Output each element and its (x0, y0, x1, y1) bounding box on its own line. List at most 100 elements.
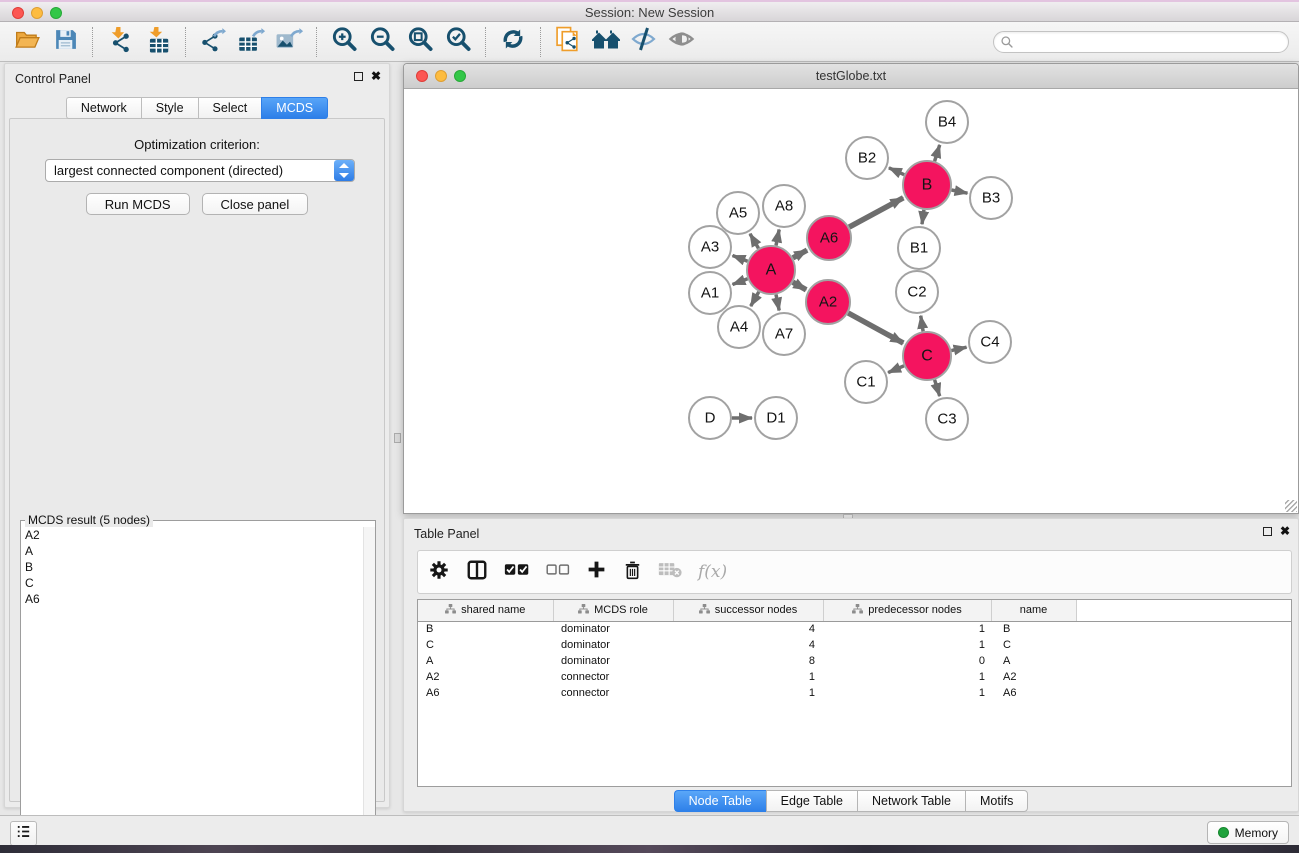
result-list-scrollbar[interactable] (363, 527, 375, 851)
graph-node-B1[interactable]: B1 (898, 227, 940, 269)
cell[interactable]: B (418, 621, 553, 637)
table-row[interactable]: Adominator80A (418, 653, 1291, 669)
network-window-titlebar[interactable]: testGlobe.txt (404, 64, 1298, 89)
delete-column-button[interactable] (623, 559, 642, 586)
clone-network-button[interactable] (551, 26, 585, 58)
graph-edge-A-A4[interactable] (751, 292, 759, 306)
graph-node-A[interactable]: A (747, 246, 795, 294)
network-canvas[interactable]: B4B2BB3A5A8A6A3B1AA1C2A2A4A7C4CC1C3DD1 (404, 89, 1298, 513)
tab-select[interactable]: Select (198, 97, 262, 119)
cell[interactable]: 1 (823, 621, 991, 637)
table-row[interactable]: Cdominator41C (418, 637, 1291, 653)
cell[interactable]: connector (553, 685, 673, 701)
table-row[interactable]: Bdominator41B (418, 621, 1291, 637)
open-session-button[interactable] (10, 26, 44, 58)
graph-node-A6[interactable]: A6 (807, 216, 851, 260)
graph-node-B[interactable]: B (903, 161, 951, 209)
graph-node-A5[interactable]: A5 (717, 192, 759, 234)
task-history-button[interactable] (10, 821, 37, 846)
cell[interactable]: 1 (673, 669, 823, 685)
graph-node-A7[interactable]: A7 (763, 313, 805, 355)
column-header-successor-nodes[interactable]: successor nodes (673, 600, 823, 621)
cell[interactable]: A6 (991, 685, 1076, 701)
cell[interactable]: 4 (673, 637, 823, 653)
graph-node-D1[interactable]: D1 (755, 397, 797, 439)
tab-mcds[interactable]: MCDS (261, 97, 328, 119)
cell[interactable]: 1 (823, 637, 991, 653)
graph-edge-A-A8[interactable] (776, 230, 779, 246)
cell[interactable]: A2 (991, 669, 1076, 685)
close-panel-button[interactable]: Close panel (202, 193, 309, 215)
graph-edge-A-A1[interactable] (733, 279, 748, 285)
graph-edge-A2-C[interactable] (848, 313, 903, 343)
column-header-MCDS-role[interactable]: MCDS role (553, 600, 673, 621)
hide-glasses-button[interactable] (627, 26, 661, 58)
graph-edge-B-B1[interactable] (922, 210, 924, 224)
graph-node-C3[interactable]: C3 (926, 398, 968, 440)
tab-edge-table[interactable]: Edge Table (766, 790, 857, 812)
result-item-A2[interactable]: A2 (21, 527, 375, 543)
graph-edge-A-A3[interactable] (733, 256, 748, 262)
graph-node-A4[interactable]: A4 (718, 306, 760, 348)
graph-edge-C-C4[interactable] (951, 347, 966, 350)
close-table-panel-icon[interactable]: ✖ (1280, 526, 1290, 536)
column-header-shared-name[interactable]: shared name (418, 600, 553, 621)
column-header-name[interactable]: name (991, 600, 1076, 621)
vertical-splitter-handle[interactable] (394, 433, 401, 443)
zoom-selected-button[interactable] (441, 26, 475, 58)
columns-button[interactable] (466, 559, 488, 586)
zoom-in-button[interactable] (327, 26, 361, 58)
export-table-button[interactable] (234, 26, 268, 58)
graph-node-A8[interactable]: A8 (763, 185, 805, 227)
graph-node-C1[interactable]: C1 (845, 361, 887, 403)
tab-network-table[interactable]: Network Table (857, 790, 965, 812)
close-panel-icon[interactable]: ✖ (371, 71, 381, 81)
graph-node-B3[interactable]: B3 (970, 177, 1012, 219)
checkboxes-checked-button[interactable] (504, 562, 530, 582)
cell[interactable]: 0 (823, 653, 991, 669)
cell[interactable]: 1 (823, 669, 991, 685)
graph-node-A1[interactable]: A1 (689, 272, 731, 314)
tab-node-table[interactable]: Node Table (674, 790, 766, 812)
cell[interactable]: C (991, 637, 1076, 653)
graph-edge-B-B3[interactable] (952, 190, 968, 193)
tab-motifs[interactable]: Motifs (965, 790, 1028, 812)
memory-button[interactable]: Memory (1207, 821, 1289, 844)
result-item-A[interactable]: A (21, 543, 375, 559)
window-resize-grip[interactable] (1285, 500, 1297, 512)
result-item-A6[interactable]: A6 (21, 591, 375, 607)
cell[interactable]: dominator (553, 621, 673, 637)
result-item-B[interactable]: B (21, 559, 375, 575)
cell[interactable]: 8 (673, 653, 823, 669)
graph-node-B4[interactable]: B4 (926, 101, 968, 143)
optimization-criterion-dropdown[interactable]: largest connected component (directed) (45, 159, 355, 182)
graph-edge-A6-B[interactable] (849, 198, 903, 227)
graph-edge-B-B4[interactable] (935, 145, 940, 161)
graph-edge-A-A7[interactable] (776, 295, 779, 311)
graph-node-D[interactable]: D (689, 397, 731, 439)
table-row[interactable]: A2connector11A2 (418, 669, 1291, 685)
export-network-button[interactable] (196, 26, 230, 58)
result-item-C[interactable]: C (21, 575, 375, 591)
cell[interactable]: A (418, 653, 553, 669)
cell[interactable]: A2 (418, 669, 553, 685)
graph-edge-C-C2[interactable] (921, 316, 923, 332)
cell[interactable]: 1 (673, 685, 823, 701)
graph-edge-A-A5[interactable] (750, 234, 759, 249)
cell[interactable]: C (418, 637, 553, 653)
graph-node-C[interactable]: C (903, 332, 951, 380)
graph-edge-A-A2[interactable] (793, 282, 806, 290)
checkboxes-unchecked-button[interactable] (546, 563, 570, 581)
column-header-predecessor-nodes[interactable]: predecessor nodes (823, 600, 991, 621)
save-session-button[interactable] (48, 26, 82, 58)
refresh-button[interactable] (496, 26, 530, 58)
cell[interactable]: dominator (553, 653, 673, 669)
tab-network[interactable]: Network (66, 97, 141, 119)
home-button[interactable] (589, 26, 623, 58)
add-column-button[interactable] (586, 559, 607, 585)
gear-button[interactable] (428, 559, 450, 586)
export-image-button[interactable] (272, 26, 306, 58)
graph-edge-B-B2[interactable] (889, 168, 904, 175)
import-network-button[interactable] (103, 26, 137, 58)
run-mcds-button[interactable]: Run MCDS (86, 193, 190, 215)
